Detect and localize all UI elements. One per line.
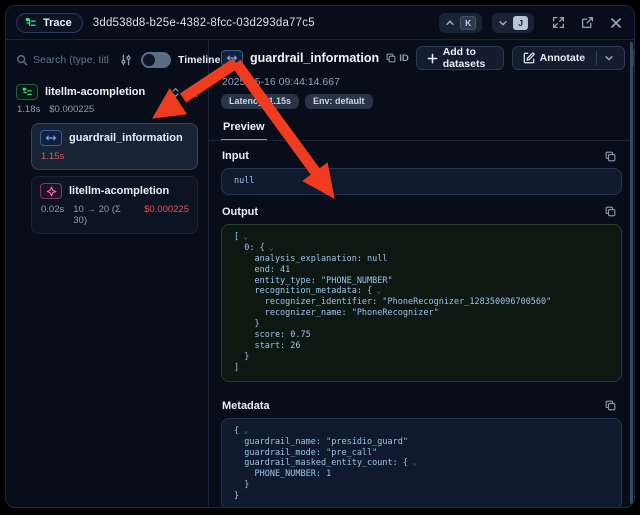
tree-item-guardrail-information[interactable]: guardrail_information 1.15s — [31, 123, 198, 170]
span-type-icon — [40, 130, 62, 146]
timeline-toggle[interactable] — [141, 52, 171, 68]
comments-button[interactable] — [633, 46, 634, 70]
code-line: } — [234, 319, 609, 330]
trace-type-pill: Trace — [16, 13, 83, 33]
code-line: 0: {⌄ — [234, 243, 609, 254]
env-badge: Env: default — [305, 94, 373, 109]
collapse-caret-icon[interactable]: ⌄ — [243, 232, 248, 242]
code-line: guardrail_name: "presidio_guard" — [234, 437, 609, 448]
input-section-heading: Input — [222, 150, 605, 162]
copy-id-button[interactable]: ID — [386, 53, 409, 64]
add-to-datasets-button[interactable]: Add to datasets — [416, 46, 504, 70]
page-title: guardrail_information — [250, 51, 379, 65]
code-line: analysis_explanation: null — [234, 254, 609, 265]
search-input[interactable] — [33, 54, 115, 66]
open-external-icon[interactable] — [581, 16, 594, 29]
code-line: {⌄ — [234, 426, 609, 437]
expand-all-icon[interactable] — [170, 87, 181, 98]
collapse-caret-icon[interactable]: ⌄ — [376, 286, 381, 296]
search-icon — [16, 54, 28, 66]
chevron-down-icon[interactable] — [604, 53, 614, 63]
output-code-block: [⌄ 0: {⌄ analysis_explanation: null end:… — [221, 224, 622, 382]
code-line: start: 26 — [234, 341, 609, 352]
copy-input-icon[interactable] — [605, 151, 616, 162]
trace-cost: $0.000225 — [49, 104, 94, 115]
code-line: entity_type: "PHONE_NUMBER" — [234, 276, 609, 287]
code-line: } — [234, 480, 609, 491]
trace-tree-sidebar: Timeline litellm-acompletion — [6, 40, 209, 508]
shortcut-k-badge: K — [460, 16, 476, 30]
close-icon[interactable] — [610, 17, 622, 29]
code-line: score: 0.75 — [234, 330, 609, 341]
trace-metrics: 1.18s $0.000225 — [17, 104, 200, 115]
collapse-all-icon[interactable] — [189, 87, 200, 98]
expand-fullscreen-icon[interactable] — [552, 16, 565, 29]
code-line: recognition_metadata: {⌄ — [234, 286, 609, 297]
tree-root-row[interactable]: litellm-acompletion — [16, 84, 200, 100]
generation-latency: 0.02s — [41, 204, 64, 226]
code-line: PHONE_NUMBER: 1 — [234, 469, 609, 480]
annotate-button[interactable]: Annotate — [512, 46, 626, 70]
button-divider — [596, 51, 597, 65]
tree-root-label: litellm-acompletion — [45, 86, 163, 98]
code-line: end: 41 — [234, 265, 609, 276]
trace-node-icon — [16, 84, 38, 100]
input-code-block: null — [221, 168, 622, 195]
latency-badge: Latency: 1.15s — [221, 94, 299, 109]
code-line: } — [234, 491, 609, 502]
chevron-up-icon — [445, 18, 455, 28]
shortcut-j-badge: J — [513, 16, 528, 30]
trace-id: 3dd538d8-b25e-4382-8fcc-03d293da77c5 — [93, 17, 429, 29]
code-line: null — [234, 176, 609, 187]
tree-item-litellm-acompletion[interactable]: litellm-acompletion 0.02s 10 → 20 (Σ 30)… — [31, 176, 198, 234]
generation-type-icon — [40, 183, 62, 199]
trace-tree-icon — [25, 17, 37, 29]
observation-detail-panel: guardrail_information ID Add to datasets — [209, 40, 634, 508]
generation-cost: $0.000225 — [144, 204, 189, 226]
prev-trace-button[interactable]: K — [439, 13, 482, 33]
annotate-pen-icon — [523, 52, 535, 64]
copy-metadata-icon[interactable] — [605, 400, 616, 411]
code-line: recognizer_identifier: "PhoneRecognizer_… — [234, 297, 609, 308]
span-latency: 1.15s — [41, 151, 64, 162]
topbar: Trace 3dd538d8-b25e-4382-8fcc-03d293da77… — [6, 6, 634, 40]
metadata-section-heading: Metadata — [222, 400, 605, 412]
chevron-down-icon — [498, 18, 508, 28]
divider — [209, 140, 634, 141]
code-line: } — [234, 352, 609, 363]
trace-pill-label: Trace — [43, 17, 72, 29]
collapse-caret-icon[interactable]: ⌄ — [412, 458, 417, 468]
span-type-icon — [221, 50, 243, 66]
generation-label: litellm-acompletion — [69, 185, 169, 197]
metadata-code-block: {⌄ guardrail_name: "presidio_guard" guar… — [221, 418, 622, 508]
next-trace-button[interactable]: J — [492, 13, 534, 33]
code-line: guardrail_mode: "pre_call" — [234, 448, 609, 459]
collapse-caret-icon[interactable]: ⌄ — [269, 243, 274, 253]
plus-icon — [427, 53, 438, 64]
code-line: recognizer_name: "PhoneRecognizer" — [234, 308, 609, 319]
vertical-scrollbar[interactable] — [630, 42, 634, 504]
generation-tokens: 10 → 20 (Σ 30) — [73, 204, 135, 226]
sliders-icon[interactable] — [120, 54, 132, 66]
trace-latency: 1.18s — [17, 104, 40, 115]
observation-tree: litellm-acompletion 1.18s $0.000225 — [16, 84, 200, 234]
output-section-heading: Output — [222, 206, 605, 218]
code-line: guardrail_masked_entity_count: {⌄ — [234, 458, 609, 469]
copy-output-icon[interactable] — [605, 206, 616, 217]
tab-preview[interactable]: Preview — [221, 121, 267, 141]
observation-timestamp: 2025-05-16 09:44:14.667 — [222, 76, 622, 88]
code-line: ] — [234, 363, 609, 374]
collapse-caret-icon[interactable]: ⌄ — [243, 426, 248, 436]
code-line: [⌄ — [234, 232, 609, 243]
span-label: guardrail_information — [69, 132, 183, 144]
trace-detail-dialog: Trace 3dd538d8-b25e-4382-8fcc-03d293da77… — [5, 5, 635, 508]
